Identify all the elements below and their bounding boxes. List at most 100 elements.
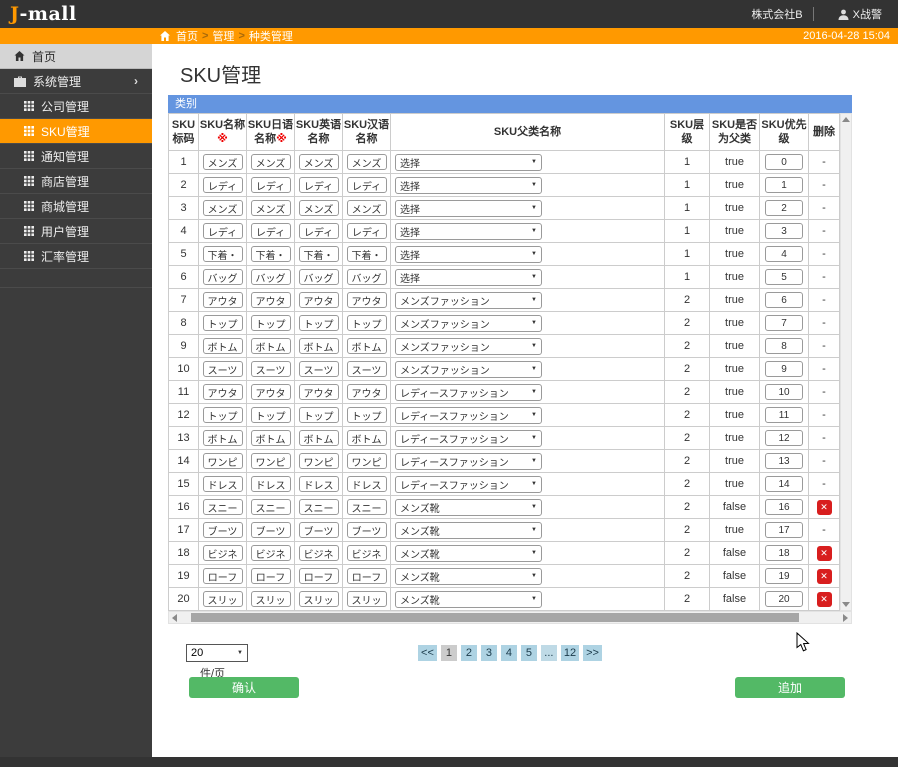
name-en-input[interactable] — [299, 545, 339, 561]
name-zh-input[interactable] — [347, 453, 387, 469]
pagination-page-12[interactable]: 12 — [561, 645, 579, 661]
parent-select[interactable]: メンズファッション▼ — [395, 338, 542, 355]
name-ja-input[interactable] — [251, 154, 291, 170]
name-ja-input[interactable] — [251, 476, 291, 492]
pagination-page-5[interactable]: 5 — [521, 645, 537, 661]
name-input[interactable] — [203, 568, 243, 584]
parent-select[interactable]: レディースファッション▼ — [395, 430, 542, 447]
sidebar-group-system[interactable]: 系统管理 › — [0, 69, 152, 94]
parent-select[interactable]: レディースファッション▼ — [395, 453, 542, 470]
parent-select[interactable]: メンズファッション▼ — [395, 292, 542, 309]
priority-input[interactable] — [765, 246, 803, 262]
name-ja-input[interactable] — [251, 361, 291, 377]
user-menu[interactable]: X战警 — [838, 6, 882, 22]
pagination-first[interactable]: << — [418, 645, 437, 661]
pagination-page-2[interactable]: 2 — [461, 645, 477, 661]
priority-input[interactable] — [765, 154, 803, 170]
name-en-input[interactable] — [299, 384, 339, 400]
name-input[interactable] — [203, 499, 243, 515]
name-en-input[interactable] — [299, 177, 339, 193]
name-input[interactable] — [203, 315, 243, 331]
name-input[interactable] — [203, 545, 243, 561]
name-zh-input[interactable] — [347, 476, 387, 492]
name-en-input[interactable] — [299, 223, 339, 239]
name-input[interactable] — [203, 591, 243, 607]
horizontal-scrollbar[interactable] — [168, 611, 852, 624]
delete-button[interactable]: ✕ — [817, 592, 832, 607]
name-zh-input[interactable] — [347, 407, 387, 423]
name-en-input[interactable] — [299, 453, 339, 469]
name-ja-input[interactable] — [251, 430, 291, 446]
name-input[interactable] — [203, 407, 243, 423]
pagination-page-3[interactable]: 3 — [481, 645, 497, 661]
page-size-select[interactable]: 20 ▼ — [186, 644, 248, 662]
name-ja-input[interactable] — [251, 591, 291, 607]
name-en-input[interactable] — [299, 269, 339, 285]
parent-select[interactable]: メンズ靴▼ — [395, 591, 542, 608]
priority-input[interactable] — [765, 407, 803, 423]
priority-input[interactable] — [765, 200, 803, 216]
name-ja-input[interactable] — [251, 200, 291, 216]
name-input[interactable] — [203, 246, 243, 262]
name-zh-input[interactable] — [347, 246, 387, 262]
delete-button[interactable]: ✕ — [817, 569, 832, 584]
parent-select[interactable]: メンズファッション▼ — [395, 315, 542, 332]
priority-input[interactable] — [765, 545, 803, 561]
name-zh-input[interactable] — [347, 269, 387, 285]
name-zh-input[interactable] — [347, 154, 387, 170]
name-input[interactable] — [203, 154, 243, 170]
name-input[interactable] — [203, 223, 243, 239]
add-button[interactable]: 追加 — [735, 677, 845, 698]
name-zh-input[interactable] — [347, 591, 387, 607]
priority-input[interactable] — [765, 591, 803, 607]
name-ja-input[interactable] — [251, 223, 291, 239]
name-en-input[interactable] — [299, 154, 339, 170]
name-input[interactable] — [203, 361, 243, 377]
breadcrumb-item-manage[interactable]: 管理 — [212, 28, 234, 44]
name-ja-input[interactable] — [251, 292, 291, 308]
priority-input[interactable] — [765, 269, 803, 285]
sidebar-item-mall[interactable]: 商城管理 — [0, 194, 152, 219]
parent-select[interactable]: 选择▼ — [395, 154, 542, 171]
name-zh-input[interactable] — [347, 292, 387, 308]
parent-select[interactable]: レディースファッション▼ — [395, 476, 542, 493]
name-zh-input[interactable] — [347, 499, 387, 515]
delete-button[interactable]: ✕ — [817, 546, 832, 561]
name-input[interactable] — [203, 476, 243, 492]
priority-input[interactable] — [765, 177, 803, 193]
parent-select[interactable]: メンズ靴▼ — [395, 522, 542, 539]
scroll-up-icon[interactable] — [842, 117, 850, 122]
name-zh-input[interactable] — [347, 200, 387, 216]
name-zh-input[interactable] — [347, 522, 387, 538]
priority-input[interactable] — [765, 476, 803, 492]
name-en-input[interactable] — [299, 591, 339, 607]
name-input[interactable] — [203, 269, 243, 285]
name-ja-input[interactable] — [251, 177, 291, 193]
priority-input[interactable] — [765, 430, 803, 446]
scroll-left-icon[interactable] — [172, 614, 177, 622]
parent-select[interactable]: メンズ靴▼ — [395, 568, 542, 585]
name-input[interactable] — [203, 384, 243, 400]
name-ja-input[interactable] — [251, 269, 291, 285]
name-zh-input[interactable] — [347, 384, 387, 400]
name-ja-input[interactable] — [251, 522, 291, 538]
name-ja-input[interactable] — [251, 246, 291, 262]
priority-input[interactable] — [765, 384, 803, 400]
name-input[interactable] — [203, 430, 243, 446]
priority-input[interactable] — [765, 522, 803, 538]
name-zh-input[interactable] — [347, 223, 387, 239]
name-en-input[interactable] — [299, 292, 339, 308]
pagination-page-1[interactable]: 1 — [441, 645, 457, 661]
vertical-scrollbar[interactable] — [840, 113, 852, 611]
name-en-input[interactable] — [299, 407, 339, 423]
sidebar-item-notice[interactable]: 通知管理 — [0, 144, 152, 169]
priority-input[interactable] — [765, 292, 803, 308]
parent-select[interactable]: レディースファッション▼ — [395, 384, 542, 401]
breadcrumb-item-category[interactable]: 种类管理 — [249, 28, 293, 44]
horizontal-scrollbar-thumb[interactable] — [191, 613, 799, 622]
priority-input[interactable] — [765, 315, 803, 331]
name-en-input[interactable] — [299, 522, 339, 538]
name-input[interactable] — [203, 200, 243, 216]
name-ja-input[interactable] — [251, 315, 291, 331]
parent-select[interactable]: メンズ靴▼ — [395, 499, 542, 516]
